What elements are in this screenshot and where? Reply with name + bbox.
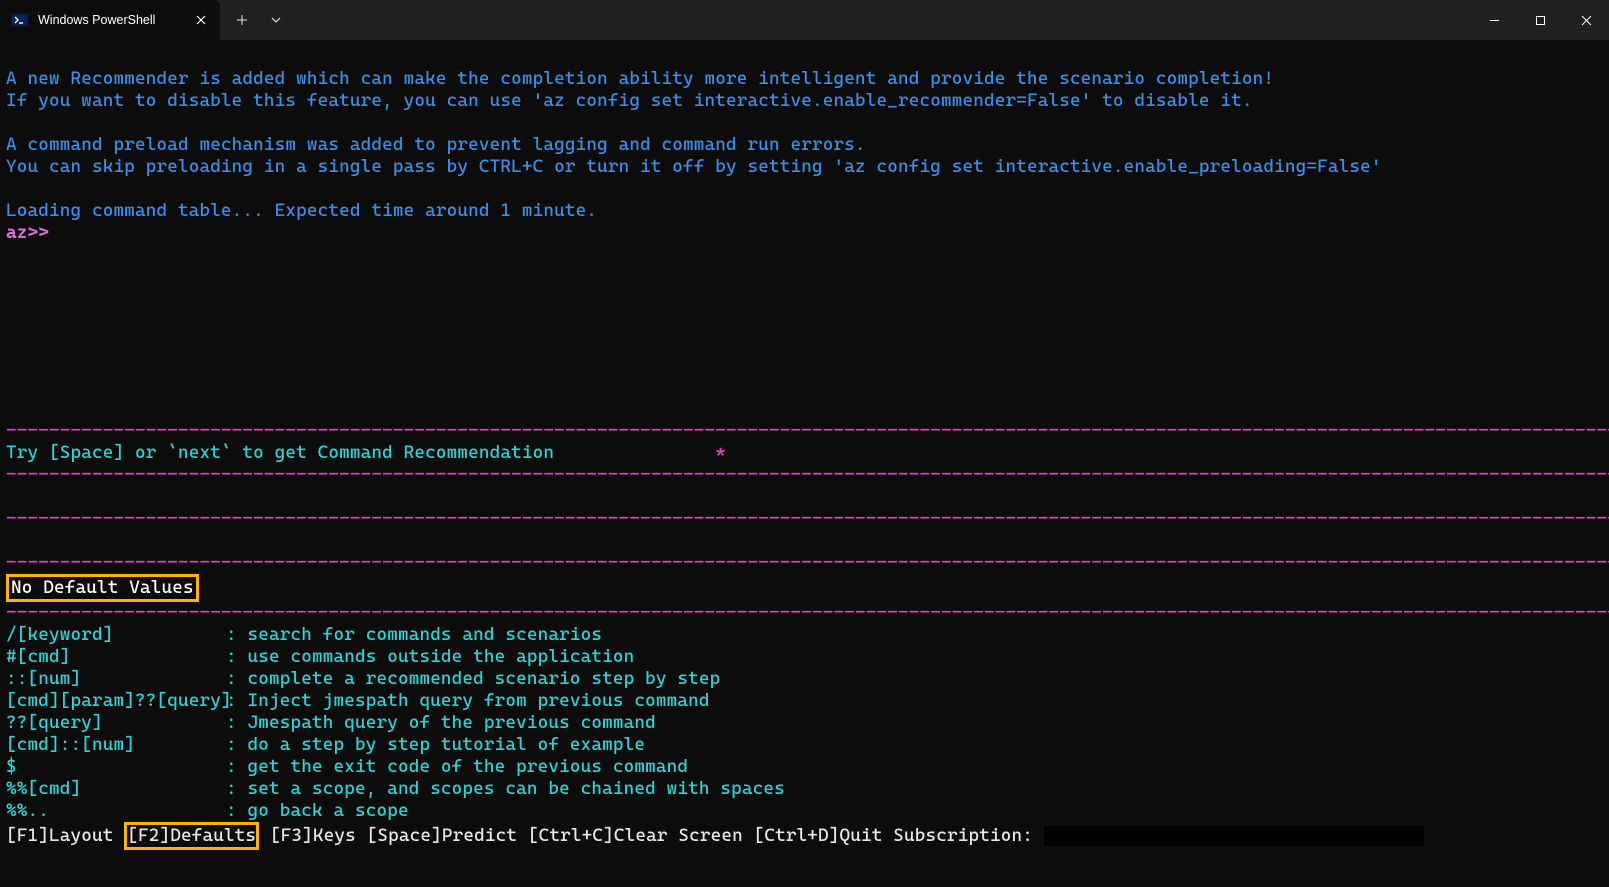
footer-space: [Space]Predict [367, 825, 517, 846]
window-controls [1471, 0, 1609, 40]
preload-info-2: You can skip preloading in a single pass… [6, 156, 1382, 177]
terminal-content[interactable]: A new Recommender is added which can mak… [0, 40, 1609, 850]
tab-close-button[interactable] [192, 11, 210, 29]
tab-actions [220, 0, 292, 40]
help-row: #[cmd]: use commands outside the applica… [6, 646, 634, 667]
recommender-info-2: If you want to disable this feature, you… [6, 90, 1253, 111]
divider: ----------------------------------------… [6, 464, 1609, 485]
footer-ctrld: [Ctrl+D]Quit [754, 825, 883, 846]
hint-line: Try [Space] or `next` to get Command Rec… [6, 442, 554, 463]
footer-row: [F1]Layout [F2]Defaults [F3]Keys [Space]… [6, 825, 1424, 846]
tab-active[interactable]: Windows PowerShell [0, 0, 220, 40]
help-row: [cmd][param]??[query]: Inject jmespath q… [6, 690, 710, 711]
new-tab-button[interactable] [226, 5, 258, 35]
tab-dropdown-button[interactable] [260, 5, 292, 35]
subscription-value-redacted [1044, 826, 1424, 846]
help-row: $: get the exit code of the previous com… [6, 756, 688, 777]
divider: ----------------------------------------… [6, 508, 1609, 529]
tab-title: Windows PowerShell [38, 9, 182, 31]
prompt: az>> [6, 222, 49, 243]
help-row: %%..: go back a scope [6, 800, 409, 821]
titlebar: Windows PowerShell [0, 0, 1609, 40]
footer-ctrlc: [Ctrl+C]Clear Screen [528, 825, 743, 846]
divider: ----------------------------------------… [6, 602, 1609, 623]
help-row: %%[cmd]: set a scope, and scopes can be … [6, 778, 785, 799]
loading-line: Loading command table... Expected time a… [6, 200, 597, 221]
minimize-button[interactable] [1471, 0, 1517, 40]
close-window-button[interactable] [1563, 0, 1609, 40]
subscription-label: Subscription: [893, 825, 1033, 846]
no-defaults-text: No Default Values [9, 577, 196, 598]
help-row: ::[num]: complete a recommended scenario… [6, 668, 720, 689]
maximize-button[interactable] [1517, 0, 1563, 40]
footer-f3: [F3]Keys [270, 825, 356, 846]
help-row: /[keyword]: search for commands and scen… [6, 624, 602, 645]
divider: ----------------------------------------… [6, 552, 1609, 573]
recommender-info-1: A new Recommender is added which can mak… [6, 68, 1274, 89]
hint-star: * [715, 442, 726, 463]
help-row: [cmd]::[num]: do a step by step tutorial… [6, 734, 645, 755]
footer-f1: [F1]Layout [6, 825, 113, 846]
titlebar-drag-area[interactable] [292, 0, 1471, 40]
footer-f2-highlight: [F2]Defaults [124, 822, 259, 850]
divider: ----------------------------------------… [6, 420, 1609, 441]
no-defaults-highlight: No Default Values [6, 574, 199, 602]
preload-info-1: A command preload mechanism was added to… [6, 134, 866, 155]
powershell-icon [12, 12, 28, 28]
help-row: ??[query]: Jmespath query of the previou… [6, 712, 656, 733]
